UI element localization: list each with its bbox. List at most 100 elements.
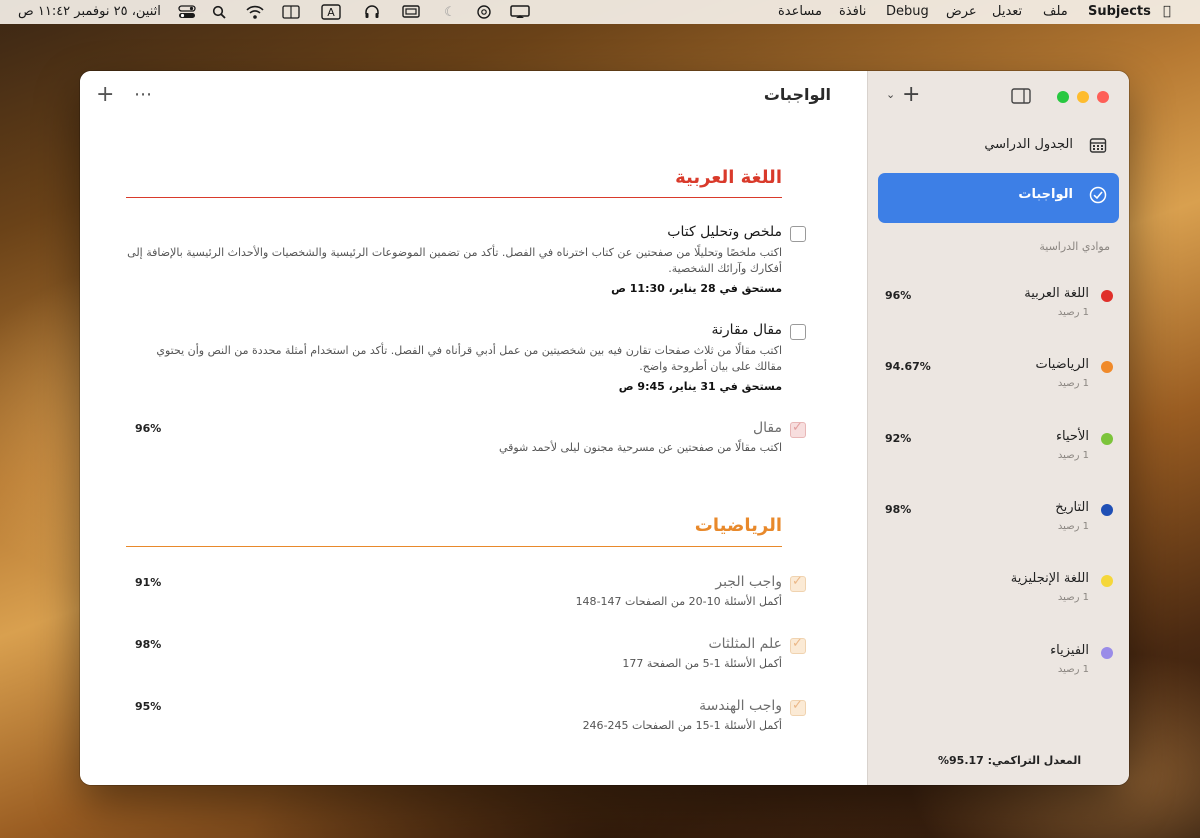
- section-divider: [126, 546, 782, 547]
- wifi-icon[interactable]: [245, 4, 265, 20]
- control-center-icon[interactable]: [176, 4, 198, 20]
- subject-grade: 94.67%: [885, 360, 931, 373]
- task-title: ملخص وتحليل كتاب: [667, 224, 782, 240]
- task-item-completed[interactable]: ✓ مقال اكتب مقالًا من صفحتين عن مسرحية م…: [126, 419, 806, 459]
- sidebar-subject-item[interactable]: الفيزياء 1 رصيد: [878, 641, 1119, 691]
- checkmark-circle-icon: [1089, 186, 1107, 209]
- window-close-button[interactable]: [1097, 91, 1109, 103]
- subject-grade: 98%: [885, 503, 912, 516]
- task-title: واجب الهندسة: [699, 698, 782, 714]
- checkmark-icon: ✓: [792, 636, 803, 651]
- task-item[interactable]: ملخص وتحليل كتاب اكتب ملخصًا وتحليلًا من…: [126, 223, 806, 303]
- menu-clock[interactable]: اثنين، ٢٥ نوفمبر ١١:٤٢ ص: [18, 0, 161, 24]
- sidebar-item-assignments[interactable]: الواجبات: [878, 173, 1119, 223]
- task-grade: 95%: [135, 700, 162, 713]
- task-title: مقال مقارنة: [711, 322, 782, 338]
- section-title-math: الرياضيات: [694, 515, 782, 536]
- task-grade: 98%: [135, 638, 162, 651]
- add-assignment-button[interactable]: +: [96, 83, 114, 107]
- task-checkbox-checked[interactable]: ✓: [790, 420, 806, 438]
- subject-credits: 1 رصيد: [1057, 521, 1089, 532]
- task-description: اكتب ملخصًا وتحليلًا من صفحتين عن كتاب ا…: [127, 246, 782, 275]
- task-item[interactable]: مقال مقارنة اكتب مقالًا من ثلاث صفحات تق…: [126, 321, 806, 401]
- menu-window[interactable]: نافذة: [839, 0, 866, 24]
- apple-menu-icon[interactable]: : [1163, 0, 1171, 24]
- cumulative-gpa: المعدل التراكمي: 95.17%: [938, 754, 1082, 767]
- task-title: علم المثلثات: [708, 636, 782, 652]
- sidebar-item-schedule[interactable]: الجدول الدراسي: [878, 123, 1119, 173]
- subject-name: الرياضيات: [1035, 357, 1090, 372]
- subject-credits: 1 رصيد: [1057, 664, 1089, 675]
- task-due-date: مستحق في 31 يناير، 9:45 ص: [618, 380, 782, 393]
- input-source-icon[interactable]: A: [320, 4, 342, 20]
- menu-view[interactable]: عرض: [946, 0, 977, 24]
- subject-grade: 92%: [885, 432, 912, 445]
- subject-name: اللغة العربية: [1024, 286, 1089, 301]
- task-checkbox-checked[interactable]: ✓: [790, 698, 806, 716]
- subject-name: التاريخ: [1055, 500, 1089, 515]
- sidebar-item-label: الواجبات: [1018, 187, 1073, 202]
- subject-color-dot: [1101, 575, 1113, 587]
- subject-color-dot: [1101, 647, 1113, 659]
- checkmark-icon: ✓: [792, 698, 803, 713]
- task-item-completed[interactable]: ✓ واجب الجبر أكمل الأسئلة 10-20 من الصفح…: [126, 573, 806, 613]
- task-checkbox[interactable]: [790, 226, 806, 242]
- checkmark-icon: ✓: [792, 574, 803, 589]
- subject-credits: 1 رصيد: [1057, 378, 1089, 389]
- sidebar-subject-item[interactable]: التاريخ 1 رصيد 98%: [878, 498, 1119, 548]
- subject-color-dot: [1101, 433, 1113, 445]
- window-minimize-button[interactable]: [1077, 91, 1089, 103]
- sidebar-toggle-icon[interactable]: [1011, 88, 1031, 108]
- task-description: أكمل الأسئلة 1-15 من الصفحات 245-246: [582, 719, 782, 732]
- display-icon[interactable]: [508, 4, 532, 20]
- page-title: الواجبات: [763, 85, 831, 104]
- sidebar-subject-item[interactable]: اللغة الإنجليزية 1 رصيد: [878, 569, 1119, 619]
- checkmark-icon: ✓: [792, 420, 803, 435]
- task-description: أكمل الأسئلة 1-5 من الصفحة 177: [622, 657, 782, 670]
- sidebar-item-label: الجدول الدراسي: [984, 137, 1073, 152]
- more-options-button[interactable]: ⋯: [134, 83, 153, 107]
- chatgpt-icon[interactable]: [474, 4, 494, 20]
- task-checkbox-checked[interactable]: ✓: [790, 574, 806, 592]
- task-title: واجب الجبر: [715, 574, 782, 590]
- menu-bar:  Subjects ملف تعديل عرض Debug نافذة مسا…: [0, 0, 1200, 24]
- window-zoom-button[interactable]: [1057, 91, 1069, 103]
- subject-color-dot: [1101, 504, 1113, 516]
- app-window: + ⋯ الواجبات اللغة العربية ملخص وتحليل ك…: [80, 71, 1129, 785]
- chevron-down-icon[interactable]: ⌄: [886, 88, 895, 101]
- menu-file[interactable]: ملف: [1043, 0, 1068, 24]
- sidebar-subject-item[interactable]: الرياضيات 1 رصيد 94.67%: [878, 355, 1119, 405]
- add-subject-button[interactable]: +: [902, 83, 920, 107]
- moon-icon[interactable]: ☾: [440, 4, 460, 20]
- subject-credits: 1 رصيد: [1057, 307, 1089, 318]
- task-description: اكتب مقالًا من ثلاث صفحات تقارن فيه بين …: [156, 344, 782, 373]
- headphones-icon[interactable]: [362, 4, 382, 20]
- task-checkbox[interactable]: [790, 324, 806, 340]
- subject-name: الأحياء: [1055, 429, 1089, 444]
- menu-help[interactable]: مساعدة: [778, 0, 822, 24]
- subjects-section-header: موادي الدراسية: [1039, 240, 1110, 253]
- calendar-icon: [1089, 136, 1107, 159]
- keyboard-layout-icon[interactable]: [281, 4, 301, 20]
- subject-credits: 1 رصيد: [1057, 592, 1089, 603]
- menu-app-name[interactable]: Subjects: [1088, 0, 1151, 24]
- subject-name: اللغة الإنجليزية: [1010, 571, 1089, 586]
- task-description: أكمل الأسئلة 10-20 من الصفحات 147-148: [575, 595, 782, 608]
- task-due-date: مستحق في 28 يناير، 11:30 ص: [611, 282, 782, 295]
- sidebar-subject-item[interactable]: اللغة العربية 1 رصيد 96%: [878, 284, 1119, 334]
- task-item-completed[interactable]: ✓ واجب الهندسة أكمل الأسئلة 1-15 من الصف…: [126, 697, 806, 737]
- subject-grade: 96%: [885, 289, 912, 302]
- task-description: اكتب مقالًا من صفحتين عن مسرحية مجنون لي…: [498, 441, 782, 454]
- subject-color-dot: [1101, 361, 1113, 373]
- subject-name: الفيزياء: [1050, 643, 1089, 658]
- task-checkbox-checked[interactable]: ✓: [790, 636, 806, 654]
- sidebar: + ⌄ الجدول الدراسي الواجبات موادي الدراس…: [867, 71, 1129, 785]
- task-item-completed[interactable]: ✓ علم المثلثات أكمل الأسئلة 1-5 من الصفح…: [126, 635, 806, 675]
- menu-edit[interactable]: تعديل: [992, 0, 1022, 24]
- sidebar-subject-item[interactable]: الأحياء 1 رصيد 92%: [878, 427, 1119, 477]
- section-title-arabic: اللغة العربية: [675, 167, 782, 188]
- screen-mirroring-icon[interactable]: [400, 4, 422, 20]
- subject-credits: 1 رصيد: [1057, 450, 1089, 461]
- search-icon[interactable]: [209, 4, 229, 20]
- menu-debug[interactable]: Debug: [886, 0, 929, 24]
